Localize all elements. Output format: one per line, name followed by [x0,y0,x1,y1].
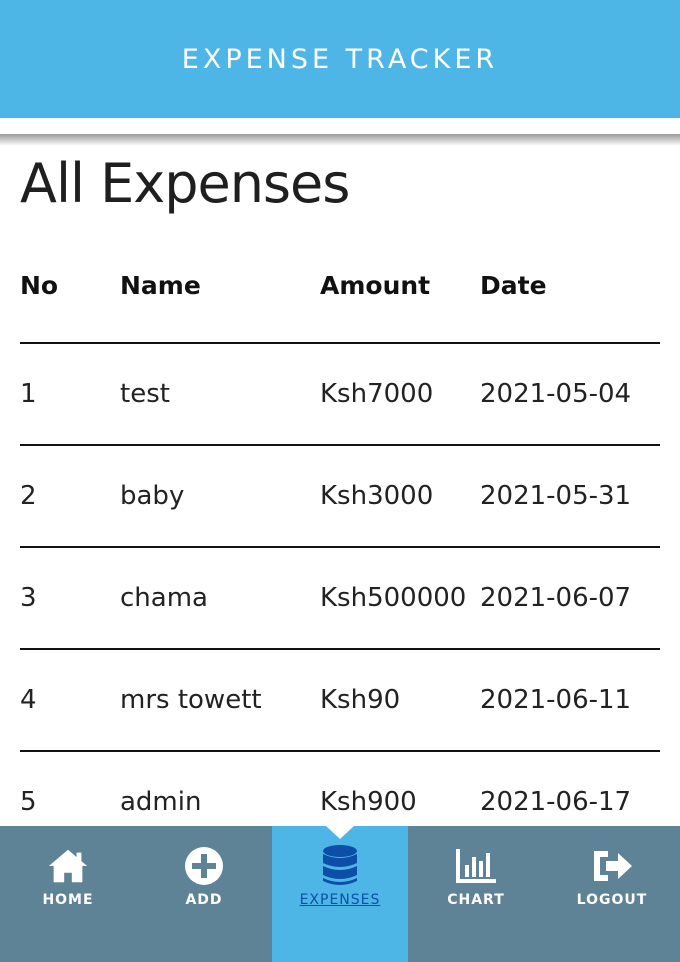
home-icon [46,846,90,886]
row-no: 3 [20,583,37,613]
row-no: 4 [20,685,37,715]
row-date: 2021-05-31 [480,481,632,511]
nav-item-expenses[interactable]: EXPENSES [272,826,408,962]
row-amount: Ksh3000 [320,481,434,511]
table-row: 3 chama Ksh500000 2021-06-07 [20,548,660,650]
nav-item-chart[interactable]: CHART [408,826,544,962]
nav-label: ADD [185,892,223,908]
header-shadow [0,134,680,146]
row-name: test [120,379,170,409]
logout-icon [590,846,634,886]
row-amount: Ksh7000 [320,379,434,409]
column-header-date: Date [480,271,547,300]
table-header-row: No Name Amount Date [20,245,660,344]
row-name: mrs towett [120,685,262,715]
nav-label: CHART [447,892,505,908]
nav-label: HOME [42,892,94,908]
bar-chart-icon [454,846,498,886]
column-header-name: Name [120,271,201,300]
row-no: 2 [20,481,37,511]
row-date: 2021-05-04 [480,379,632,409]
row-name: baby [120,481,185,511]
column-header-no: No [20,271,59,300]
row-date: 2021-06-11 [480,685,632,715]
nav-label: EXPENSES [299,892,381,908]
nav-item-logout[interactable]: LOGOUT [544,826,680,962]
table-row: 1 test Ksh7000 2021-05-04 [20,344,660,446]
row-no: 1 [20,379,37,409]
row-amount: Ksh500000 [320,583,467,613]
row-amount: Ksh90 [320,685,401,715]
column-header-amount: Amount [320,271,431,300]
nav-item-add[interactable]: ADD [136,826,272,962]
nav-item-home[interactable]: HOME [0,826,136,962]
header-divider [0,118,680,134]
page-title: All Expenses [20,152,350,215]
row-date: 2021-06-07 [480,583,632,613]
database-icon [318,845,362,886]
table-row: 2 baby Ksh3000 2021-05-31 [20,446,660,548]
nav-label: LOGOUT [576,892,648,908]
row-name: chama [120,583,208,613]
expenses-table: No Name Amount Date 1 test Ksh7000 2021-… [20,245,660,854]
app-root: EXPENSE TRACKER All Expenses No Name Amo… [0,0,680,962]
app-header: EXPENSE TRACKER [0,0,680,118]
bottom-nav: HOME ADD EXPENSES CHART LOGOUT [0,826,680,962]
plus-circle-icon [182,846,226,886]
app-title: EXPENSE TRACKER [181,43,499,75]
table-row: 4 mrs towett Ksh90 2021-06-11 [20,650,660,752]
